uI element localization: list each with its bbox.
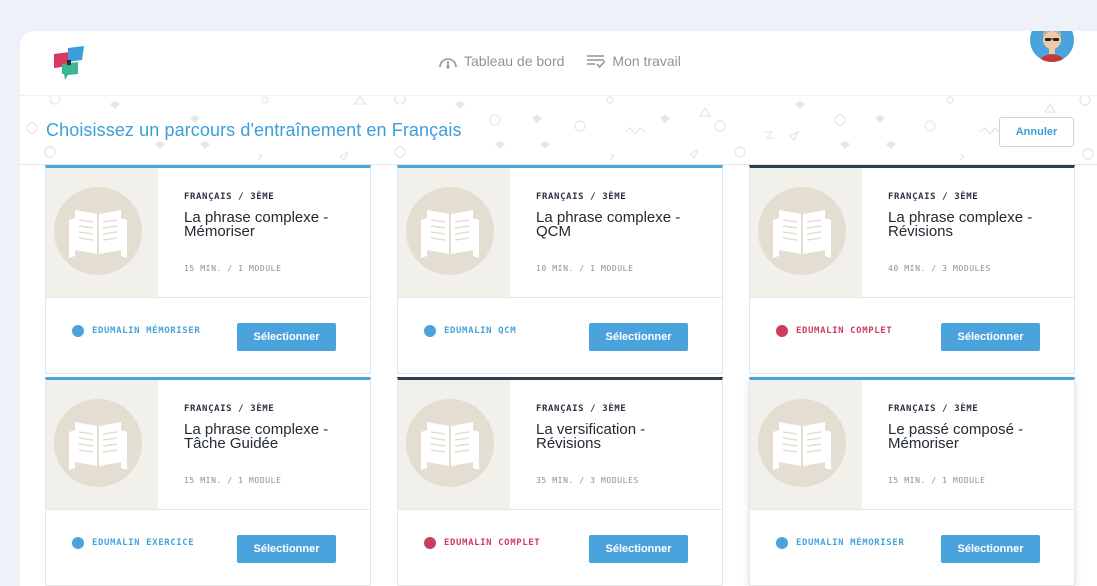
course-card: FRANÇAIS / 3ÈME La phrase complexe - QCM… <box>397 165 723 374</box>
nav-my-work[interactable]: Mon travail <box>586 53 681 69</box>
card-category: FRANÇAIS / 3ÈME <box>888 404 979 414</box>
card-category: FRANÇAIS / 3ÈME <box>184 192 275 202</box>
select-button[interactable]: Sélectionner <box>237 323 336 351</box>
card-duration-modules: 40 MIN. / 3 MODULES <box>888 264 991 273</box>
card-type-badge: EDUMALIN QCM <box>424 325 516 337</box>
card-divider <box>750 297 1074 298</box>
card-type-label: EDUMALIN COMPLET <box>796 326 893 336</box>
card-category: FRANÇAIS / 3ÈME <box>536 404 627 414</box>
card-title: La phrase complexe - Révisions <box>888 210 1063 240</box>
card-divider <box>398 297 722 298</box>
card-title: La phrase complexe - Mémoriser <box>184 210 359 240</box>
card-thumbnail <box>46 168 158 297</box>
nav-dashboard[interactable]: Tableau de bord <box>438 53 564 69</box>
page-header-banner: Choisissez un parcours d'entraînement en… <box>20 95 1097 165</box>
course-card: FRANÇAIS / 3ÈME La phrase complexe - Rév… <box>749 165 1075 374</box>
open-book-icon <box>69 422 127 470</box>
card-duration-modules: 15 MIN. / 1 MODULE <box>184 264 282 273</box>
course-card: FRANÇAIS / 3ÈME La versification - Révis… <box>397 377 723 586</box>
main-nav: Tableau de bord Mon travail <box>438 53 681 69</box>
card-thumbnail <box>750 380 862 509</box>
list-check-icon <box>587 55 606 69</box>
open-book-icon <box>421 422 479 470</box>
cancel-button[interactable]: Annuler <box>999 117 1074 147</box>
edumalin-logo[interactable] <box>48 44 90 82</box>
card-type-label: EDUMALIN COMPLET <box>444 538 541 548</box>
card-type-label: EDUMALIN EXERCICE <box>92 538 195 548</box>
card-category: FRANÇAIS / 3ÈME <box>536 192 627 202</box>
nav-dashboard-label: Tableau de bord <box>464 53 565 69</box>
card-title-line-2: Révisions <box>536 435 602 452</box>
card-title-line-2: Tâche Guidée <box>184 435 279 452</box>
card-type-badge: EDUMALIN MÉMORISER <box>776 537 904 549</box>
card-type-badge: EDUMALIN MÉMORISER <box>72 325 200 337</box>
course-card: FRANÇAIS / 3ÈME La phrase complexe - Mém… <box>45 165 371 374</box>
card-divider <box>398 509 722 510</box>
card-title: La phrase complexe - QCM <box>536 210 711 240</box>
card-title: La versification - Révisions <box>536 422 711 452</box>
card-title-line-2: Mémoriser <box>184 223 255 240</box>
select-button[interactable]: Sélectionner <box>237 535 336 563</box>
select-button[interactable]: Sélectionner <box>941 535 1040 563</box>
card-divider <box>750 509 1074 510</box>
card-type-badge: EDUMALIN COMPLET <box>424 537 540 549</box>
select-button[interactable]: Sélectionner <box>941 323 1040 351</box>
card-type-label: EDUMALIN MÉMORISER <box>92 326 201 336</box>
user-avatar[interactable] <box>1030 31 1074 62</box>
card-type-label: EDUMALIN MÉMORISER <box>796 538 905 548</box>
card-thumbnail <box>398 380 510 509</box>
card-info: FRANÇAIS / 3ÈME La phrase complexe - QCM… <box>536 168 714 297</box>
card-duration-modules: 10 MIN. / 1 MODULE <box>536 264 634 273</box>
card-category: FRANÇAIS / 3ÈME <box>888 192 979 202</box>
card-duration-modules: 35 MIN. / 3 MODULES <box>536 476 639 485</box>
type-dot-icon <box>776 325 788 337</box>
card-title: Le passé composé - Mémoriser <box>888 422 1063 452</box>
card-info: FRANÇAIS / 3ÈME Le passé composé - Mémor… <box>888 380 1066 509</box>
select-button[interactable]: Sélectionner <box>589 323 688 351</box>
top-navigation-bar: Tableau de bord Mon travail <box>20 31 1097 95</box>
card-duration-modules: 15 MIN. / 1 MODULE <box>184 476 282 485</box>
gauge-icon <box>439 58 457 69</box>
type-dot-icon <box>72 537 84 549</box>
type-dot-icon <box>72 325 84 337</box>
card-type-label: EDUMALIN QCM <box>444 326 517 336</box>
open-book-icon <box>773 422 831 470</box>
card-thumbnail <box>750 168 862 297</box>
card-divider <box>46 509 370 510</box>
card-info: FRANÇAIS / 3ÈME La phrase complexe - Tâc… <box>184 380 362 509</box>
app-window: Tableau de bord Mon travail Choisissez u… <box>20 31 1097 586</box>
page-title: Choisissez un parcours d'entraînement en… <box>46 120 462 140</box>
course-card-grid: FRANÇAIS / 3ÈME La phrase complexe - Mém… <box>20 165 1097 586</box>
open-book-icon <box>421 210 479 258</box>
card-duration-modules: 15 MIN. / 1 MODULE <box>888 476 986 485</box>
course-card: FRANÇAIS / 3ÈME La phrase complexe - Tâc… <box>45 377 371 586</box>
card-info: FRANÇAIS / 3ÈME La phrase complexe - Mém… <box>184 168 362 297</box>
card-info: FRANÇAIS / 3ÈME La versification - Révis… <box>536 380 714 509</box>
card-type-badge: EDUMALIN COMPLET <box>776 325 892 337</box>
avatar-icon <box>1030 31 1074 62</box>
nav-my-work-label: Mon travail <box>612 53 681 69</box>
course-card: FRANÇAIS / 3ÈME Le passé composé - Mémor… <box>749 377 1075 586</box>
open-book-icon <box>773 210 831 258</box>
card-category: FRANÇAIS / 3ÈME <box>184 404 275 414</box>
card-thumbnail <box>46 380 158 509</box>
card-divider <box>46 297 370 298</box>
card-title-line-2: QCM <box>536 223 571 240</box>
type-dot-icon <box>424 325 436 337</box>
card-thumbnail <box>398 168 510 297</box>
type-dot-icon <box>776 537 788 549</box>
open-book-icon <box>69 210 127 258</box>
card-title-line-2: Révisions <box>888 223 954 240</box>
type-dot-icon <box>424 537 436 549</box>
card-title-line-2: Mémoriser <box>888 435 959 452</box>
card-type-badge: EDUMALIN EXERCICE <box>72 537 194 549</box>
card-title: La phrase complexe - Tâche Guidée <box>184 422 359 452</box>
select-button[interactable]: Sélectionner <box>589 535 688 563</box>
card-info: FRANÇAIS / 3ÈME La phrase complexe - Rév… <box>888 168 1066 297</box>
